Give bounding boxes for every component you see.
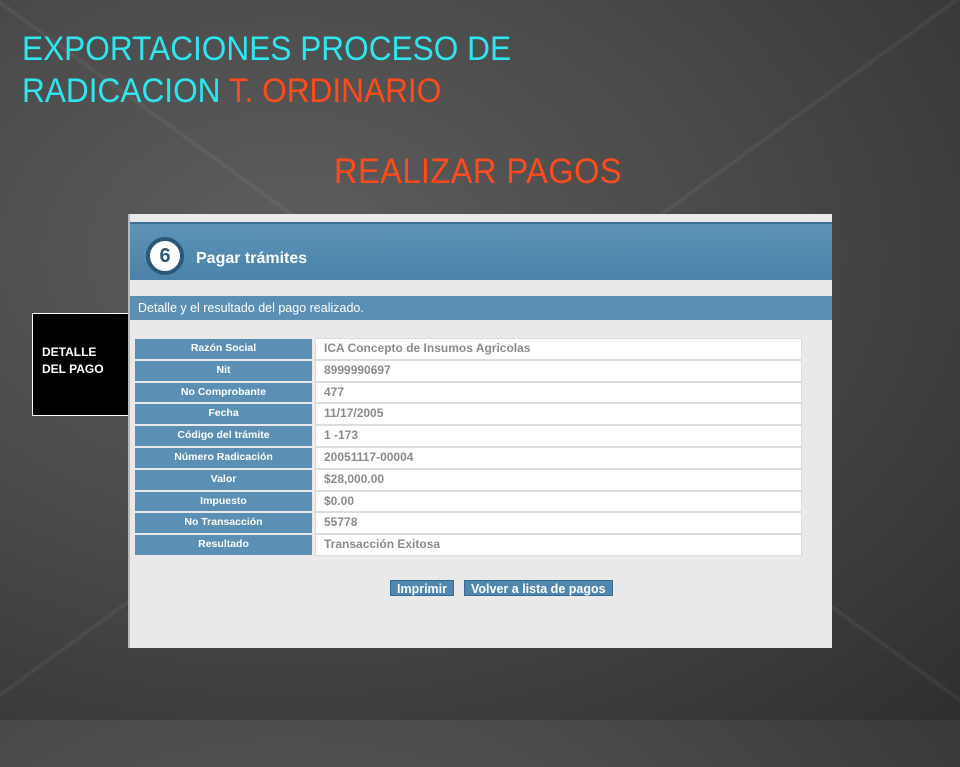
field-label: Impuesto [134, 490, 313, 513]
table-row: No Comprobante 477 [134, 381, 802, 404]
field-label: Razón Social [134, 338, 313, 360]
slide-subtitle: REALIZAR PAGOS [334, 152, 623, 191]
field-value: 11/17/2005 [315, 403, 802, 426]
field-value: ICA Concepto de Insumos Agricolas [315, 338, 802, 360]
field-label: Número Radicación [134, 446, 313, 469]
field-value: 1 -173 [315, 425, 802, 447]
page-title: Pagar trámites [196, 250, 308, 267]
back-to-payments-button[interactable]: Volver a lista de pagos [464, 580, 613, 596]
field-value: Transacción Exitosa [315, 534, 802, 556]
slide-title-line2-main: RADICACION [22, 72, 229, 110]
action-buttons: Imprimir Volver a lista de pagos [390, 580, 613, 596]
app-screenshot: 6 Pagar trámites Detalle y el resultado … [128, 214, 832, 648]
slide-title-line2: RADICACION T. ORDINARIO [22, 70, 580, 112]
field-label: No Transacción [134, 512, 313, 535]
slide-title-line1: EXPORTACIONES PROCESO DE [22, 30, 512, 68]
field-label: Resultado [134, 534, 313, 556]
callout-line2: DEL PAGO [42, 362, 104, 376]
slide-title-accent: T. ORDINARIO [228, 72, 442, 110]
field-value: 20051117-00004 [315, 446, 802, 469]
table-row: Razón Social ICA Concepto de Insumos Agr… [134, 338, 802, 360]
table-row: Impuesto $0.00 [134, 490, 802, 513]
page-description: Detalle y el resultado del pago realizad… [130, 296, 832, 320]
field-value: 55778 [315, 512, 802, 535]
table-row: Valor $28,000.00 [134, 468, 802, 491]
field-value: 477 [315, 381, 802, 404]
field-label: Valor [134, 468, 313, 491]
callout-line1: DETALLE [42, 345, 97, 359]
table-row: No Transacción 55778 [134, 512, 802, 535]
field-label: No Comprobante [134, 381, 313, 404]
field-value: $0.00 [315, 490, 802, 513]
table-row: Resultado Transacción Exitosa [134, 534, 802, 556]
table-row: Número Radicación 20051117-00004 [134, 446, 802, 469]
table-row: Fecha 11/17/2005 [134, 403, 802, 426]
detail-callout-label: DETALLE DEL PAGO [32, 313, 129, 416]
field-label: Nit [134, 359, 313, 382]
slide-title: EXPORTACIONES PROCESO DE RADICACION T. O… [22, 28, 580, 112]
table-row: Nit 8999990697 [134, 359, 802, 382]
screen-top-strip [130, 214, 832, 220]
field-label: Código del trámite [134, 425, 313, 447]
print-button[interactable]: Imprimir [390, 580, 455, 596]
field-label: Fecha [134, 403, 313, 426]
table-row: Código del trámite 1 -173 [134, 425, 802, 447]
field-value: 8999990697 [315, 359, 802, 382]
payment-detail-table: Razón Social ICA Concepto de Insumos Agr… [134, 338, 802, 556]
step-number-icon: 6 [146, 237, 184, 275]
field-value: $28,000.00 [315, 468, 802, 491]
